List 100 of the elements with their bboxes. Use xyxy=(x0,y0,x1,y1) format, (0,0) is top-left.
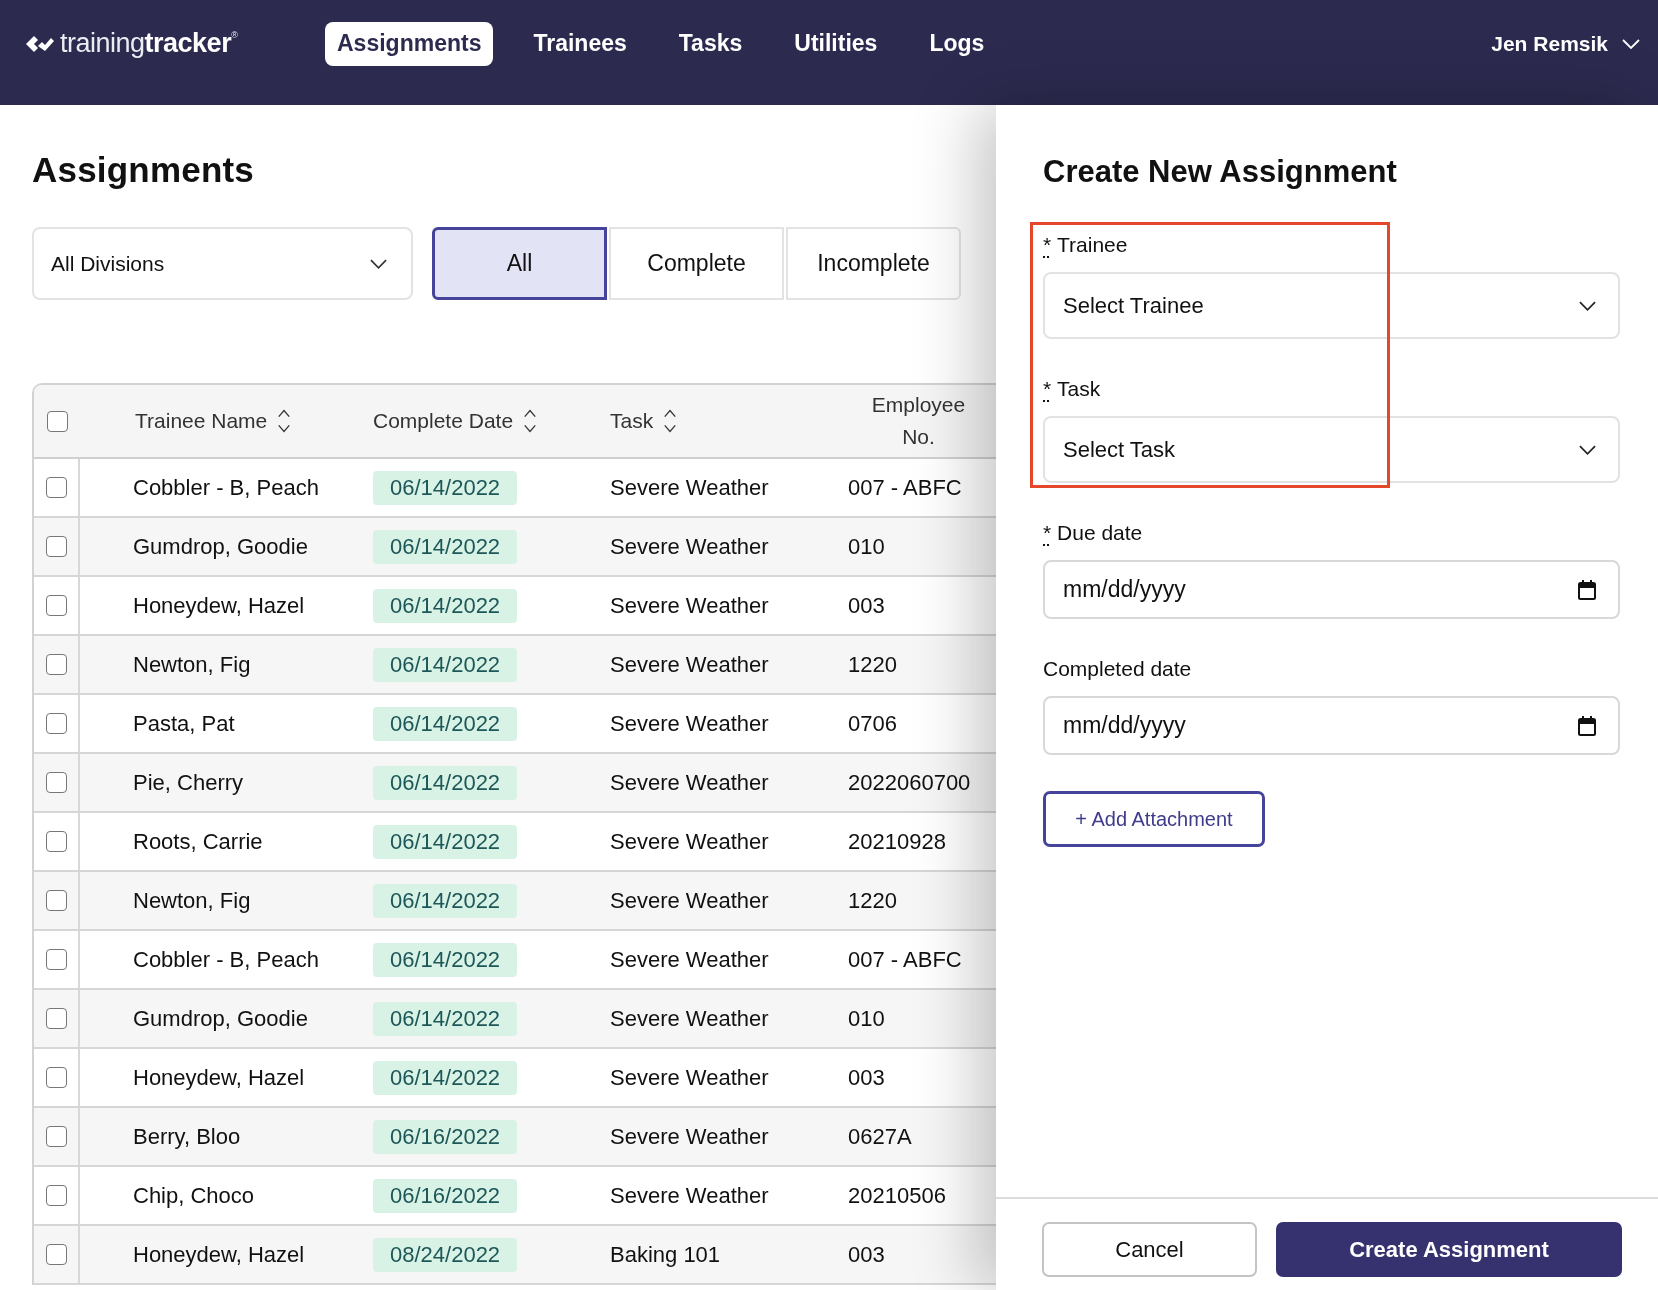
field-label: * Task xyxy=(1043,376,1101,402)
complete-date-tag: 06/14/2022 xyxy=(373,588,518,623)
task-cell: Severe Weather xyxy=(610,828,769,855)
complete-date-tag: 06/16/2022 xyxy=(373,1178,518,1213)
complete-date-tag: 06/16/2022 xyxy=(373,1119,518,1154)
row-checkbox[interactable] xyxy=(45,831,67,852)
cancel-button[interactable]: Cancel xyxy=(1042,1222,1257,1277)
add-attachment-button[interactable]: + Add Attachment xyxy=(1043,791,1265,847)
employee-number-cell: 1220 xyxy=(848,651,897,678)
row-checkbox[interactable] xyxy=(45,1067,67,1088)
calendar-icon[interactable] xyxy=(1578,579,1596,600)
complete-date-tag: 06/14/2022 xyxy=(373,706,518,741)
task-cell: Severe Weather xyxy=(610,651,769,678)
row-checkbox[interactable] xyxy=(45,772,67,793)
nav-tab[interactable]: Logs xyxy=(917,21,997,66)
trainee-name-cell: Newton, Fig xyxy=(133,887,251,914)
row-checkbox[interactable] xyxy=(45,654,67,675)
trainee-name-cell: Cobbler - B, Peach xyxy=(133,474,319,501)
complete-date-tag: 06/14/2022 xyxy=(373,529,518,564)
trainee-name-cell: Honeydew, Hazel xyxy=(133,1241,305,1268)
chevron-down-icon xyxy=(1579,300,1596,311)
select-field[interactable]: Select Task xyxy=(1043,416,1620,483)
trainee-name-cell: Pie, Cherry xyxy=(133,769,244,796)
create-assignment-button[interactable]: Create Assignment xyxy=(1276,1222,1622,1277)
row-checkbox[interactable] xyxy=(45,1244,67,1265)
status-filter-tab[interactable]: Complete xyxy=(609,227,784,300)
calendar-icon[interactable] xyxy=(1578,715,1596,736)
row-checkbox[interactable] xyxy=(45,1185,67,1206)
task-cell: Severe Weather xyxy=(610,887,769,914)
task-cell: Severe Weather xyxy=(610,1182,769,1209)
column-header: Complete Date xyxy=(373,409,514,433)
employee-number-cell: 2022060700 xyxy=(848,769,971,796)
page-title: Assignments xyxy=(32,150,254,190)
trainee-name-cell: Honeydew, Hazel xyxy=(133,1064,305,1091)
employee-number-cell: 0706 xyxy=(848,710,897,737)
nav-tab[interactable]: Trainees xyxy=(521,21,639,66)
task-cell: Severe Weather xyxy=(610,769,769,796)
row-checkbox[interactable] xyxy=(45,595,67,616)
complete-date-tag: 06/14/2022 xyxy=(373,765,518,800)
task-cell: Severe Weather xyxy=(610,533,769,560)
row-checkbox[interactable] xyxy=(45,890,67,911)
status-filter-tab[interactable]: All xyxy=(432,227,607,300)
chevron-down-icon xyxy=(1622,38,1640,49)
employee-number-cell: 010 xyxy=(848,1005,885,1032)
row-checkbox[interactable] xyxy=(45,536,67,557)
column-header: Trainee Name xyxy=(135,409,268,433)
trainee-name-cell: Cobbler - B, Peach xyxy=(133,946,319,973)
employee-number-cell: 0627A xyxy=(848,1123,912,1150)
employee-number-cell: 20210506 xyxy=(848,1182,946,1209)
task-cell: Severe Weather xyxy=(610,1005,769,1032)
date-field[interactable]: mm/dd/yyyy xyxy=(1043,560,1620,619)
employee-number-cell: 010 xyxy=(848,533,885,560)
employee-number-cell: 003 xyxy=(848,1064,885,1091)
complete-date-tag: 06/14/2022 xyxy=(373,824,518,859)
complete-date-tag: 08/24/2022 xyxy=(373,1237,518,1272)
task-cell: Baking 101 xyxy=(610,1241,721,1268)
trainee-name-cell: Roots, Carrie xyxy=(133,828,263,855)
select-all-checkbox[interactable] xyxy=(46,410,68,432)
date-field[interactable]: mm/dd/yyyy xyxy=(1043,696,1620,755)
complete-date-tag: 06/14/2022 xyxy=(373,647,518,682)
complete-date-tag: 06/14/2022 xyxy=(373,942,518,977)
row-checkbox[interactable] xyxy=(45,949,67,970)
trainee-name-cell: Honeydew, Hazel xyxy=(133,592,305,619)
logo-text: trainingtracker$^{®}$ xyxy=(60,28,238,59)
complete-date-tag: 06/14/2022 xyxy=(373,883,518,918)
task-cell: Severe Weather xyxy=(610,1123,769,1150)
trainee-name-cell: Berry, Bloo xyxy=(133,1123,241,1150)
chevron-down-icon xyxy=(370,258,387,269)
status-filter-tab[interactable]: Incomplete xyxy=(786,227,961,300)
employee-number-cell: 003 xyxy=(848,592,885,619)
employee-number-cell: 20210928 xyxy=(848,828,946,855)
field-label: * Due date xyxy=(1043,520,1143,546)
nav-tab[interactable]: Assignments xyxy=(325,21,494,66)
complete-date-tag: 06/14/2022 xyxy=(373,1001,518,1036)
division-dropdown[interactable]: All Divisions xyxy=(32,227,413,300)
row-checkbox[interactable] xyxy=(45,477,67,498)
column-header: Task xyxy=(610,409,654,433)
task-cell: Severe Weather xyxy=(610,710,769,737)
trainee-name-cell: Newton, Fig xyxy=(133,651,251,678)
task-cell: Severe Weather xyxy=(610,946,769,973)
chevron-down-icon xyxy=(1579,444,1596,455)
nav-tab[interactable]: Utilities xyxy=(782,21,890,66)
field-label: * Trainee xyxy=(1043,232,1128,258)
select-field[interactable]: Select Trainee xyxy=(1043,272,1620,339)
trainee-name-cell: Gumdrop, Goodie xyxy=(133,1005,308,1032)
trainee-name-cell: Gumdrop, Goodie xyxy=(133,533,308,560)
nav-tab[interactable]: Tasks xyxy=(666,21,755,66)
complete-date-tag: 06/14/2022 xyxy=(373,1060,518,1095)
user-menu[interactable]: Jen Remsik xyxy=(1491,31,1640,56)
row-checkbox[interactable] xyxy=(45,713,67,734)
trainee-name-cell: Pasta, Pat xyxy=(133,710,235,737)
task-cell: Severe Weather xyxy=(610,1064,769,1091)
employee-number-cell: 003 xyxy=(848,1241,885,1268)
employee-number-cell: 007 - ABFC xyxy=(848,946,962,973)
row-checkbox[interactable] xyxy=(45,1126,67,1147)
task-cell: Severe Weather xyxy=(610,592,769,619)
trainee-name-cell: Chip, Choco xyxy=(133,1182,255,1209)
row-checkbox[interactable] xyxy=(45,1008,67,1029)
task-cell: Severe Weather xyxy=(610,474,769,501)
employee-number-cell: 007 - ABFC xyxy=(848,474,962,501)
